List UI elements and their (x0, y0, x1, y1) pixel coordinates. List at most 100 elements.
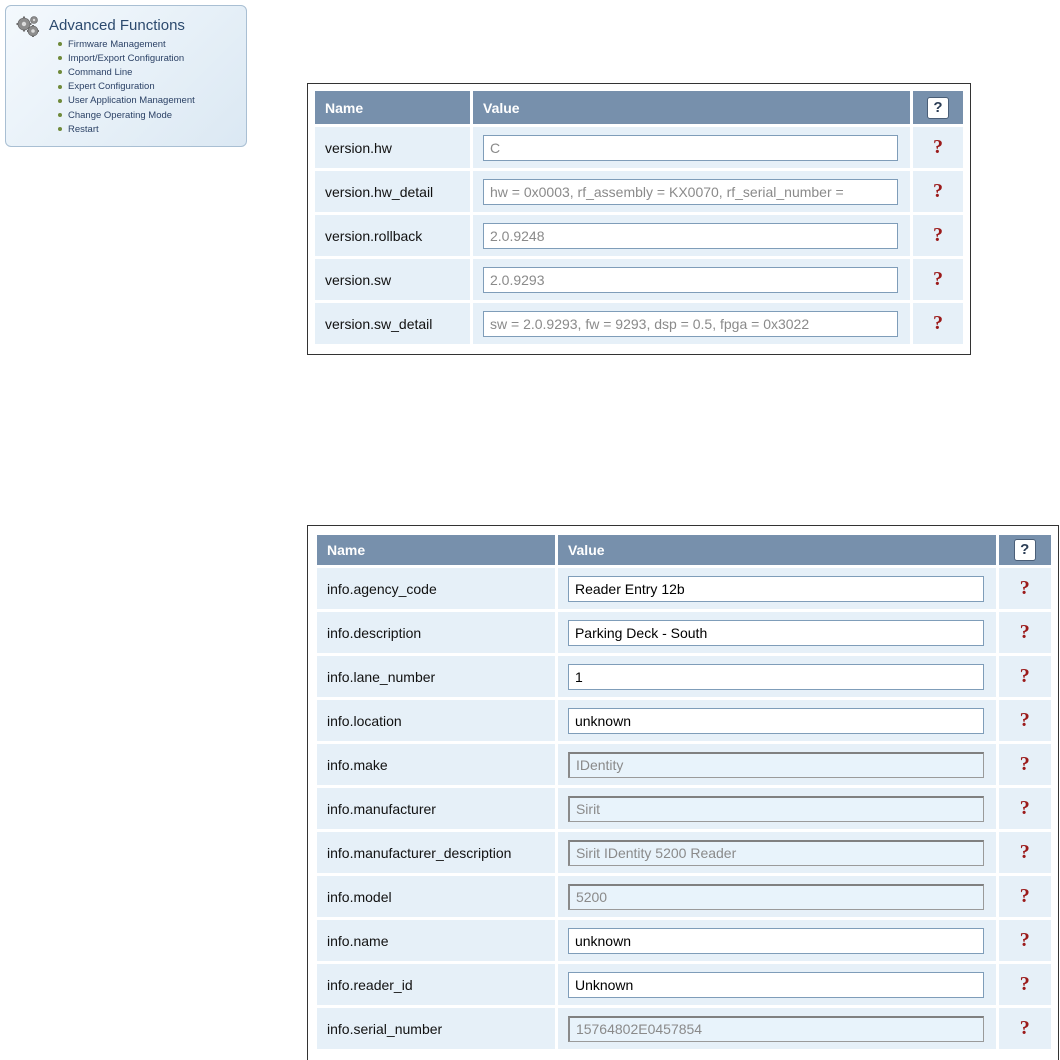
advanced-menu-item[interactable]: Import/Export Configuration (58, 51, 195, 65)
advanced-menu-item-label[interactable]: User Application Management (68, 95, 195, 106)
field-name: info.reader_id (317, 964, 555, 1005)
advanced-menu-item[interactable]: Restart (58, 122, 195, 136)
table-row: info.agency_code? (317, 568, 1051, 609)
field-value-cell (473, 259, 910, 300)
info-config-panel: Name Value ? info.agency_code?info.descr… (307, 525, 1059, 1060)
field-value-input (567, 883, 984, 910)
advanced-menu-item[interactable]: Change Operating Mode (58, 108, 195, 122)
advanced-menu-item[interactable]: Firmware Management (58, 37, 195, 51)
table-header-row: Name Value ? (315, 91, 963, 124)
advanced-functions-menu: Firmware Management Import/Export Configu… (58, 37, 195, 136)
field-value-cell (473, 215, 910, 256)
help-column-header[interactable]: ? (998, 535, 1051, 565)
field-value-input[interactable] (483, 222, 898, 249)
field-name: info.agency_code (317, 568, 555, 609)
help-cell: ? (913, 171, 963, 212)
question-mark-icon[interactable]: ? (933, 312, 943, 334)
field-value-cell (557, 788, 996, 829)
help-icon[interactable]: ? (1013, 539, 1036, 561)
field-value-input[interactable] (483, 266, 898, 293)
advanced-menu-item-label[interactable]: Command Line (68, 67, 132, 78)
question-mark-icon[interactable]: ? (933, 224, 943, 246)
field-value-input[interactable] (483, 178, 898, 205)
help-cell: ? (998, 612, 1051, 653)
question-mark-icon[interactable]: ? (933, 268, 943, 290)
field-value-input[interactable] (567, 663, 984, 690)
table-row: version.rollback? (315, 215, 963, 256)
table-header-row: Name Value ? (317, 535, 1051, 565)
field-value-cell (557, 1008, 996, 1049)
field-name: version.sw (315, 259, 470, 300)
question-mark-icon[interactable]: ? (1020, 665, 1030, 687)
version-config-panel: Name Value ? version.hw?version.hw_detai… (307, 83, 971, 355)
advanced-menu-item-label[interactable]: Import/Export Configuration (68, 53, 184, 64)
value-column-header: Value (557, 535, 996, 565)
field-value-input[interactable] (567, 927, 984, 954)
field-value-input (567, 751, 984, 778)
advanced-menu-item[interactable]: User Application Management (58, 94, 195, 108)
field-value-input[interactable] (567, 619, 984, 646)
question-mark-icon[interactable]: ? (1020, 929, 1030, 951)
question-mark-icon[interactable]: ? (1020, 1017, 1030, 1039)
field-value-cell (473, 303, 910, 344)
question-mark-icon[interactable]: ? (1020, 753, 1030, 775)
table-row: version.hw? (315, 127, 963, 168)
field-value-cell (557, 568, 996, 609)
field-value-input[interactable] (567, 575, 984, 602)
question-mark-icon[interactable]: ? (1020, 885, 1030, 907)
field-value-input[interactable] (567, 707, 984, 734)
table-row: version.sw? (315, 259, 963, 300)
field-value-cell (557, 920, 996, 961)
advanced-menu-item-label[interactable]: Expert Configuration (68, 81, 155, 92)
question-mark-icon[interactable]: ? (1020, 577, 1030, 599)
field-name: info.make (317, 744, 555, 785)
question-mark-icon[interactable]: ? (933, 180, 943, 202)
help-cell: ? (998, 744, 1051, 785)
advanced-menu-item-label[interactable]: Firmware Management (68, 39, 166, 50)
field-value-cell (557, 744, 996, 785)
help-icon[interactable]: ? (927, 96, 949, 119)
advanced-menu-item-label[interactable]: Change Operating Mode (68, 110, 172, 121)
field-value-input[interactable] (483, 134, 898, 161)
bullet-icon (58, 113, 62, 118)
field-value-cell (557, 656, 996, 697)
question-mark-icon[interactable]: ? (1020, 621, 1030, 643)
help-cell: ? (998, 568, 1051, 609)
name-column-header: Name (317, 535, 555, 565)
help-cell: ? (998, 700, 1051, 741)
table-row: info.manufacturer? (317, 788, 1051, 829)
help-cell: ? (913, 303, 963, 344)
table-row: version.sw_detail? (315, 303, 963, 344)
table-row: info.name? (317, 920, 1051, 961)
field-name: info.name (317, 920, 555, 961)
info-config-table: Name Value ? info.agency_code?info.descr… (314, 532, 1054, 1052)
question-mark-icon[interactable]: ? (1020, 841, 1030, 863)
help-cell: ? (998, 920, 1051, 961)
question-mark-icon[interactable]: ? (1020, 973, 1030, 995)
field-name: info.serial_number (317, 1008, 555, 1049)
field-name: info.lane_number (317, 656, 555, 697)
help-cell: ? (998, 876, 1051, 917)
bullet-icon (58, 70, 62, 75)
field-name: version.rollback (315, 215, 470, 256)
advanced-menu-item[interactable]: Command Line (58, 65, 195, 79)
field-value-input[interactable] (483, 310, 898, 337)
field-name: version.hw_detail (315, 171, 470, 212)
field-value-input[interactable] (567, 971, 984, 998)
help-column-header[interactable]: ? (913, 91, 963, 124)
question-mark-icon[interactable]: ? (1020, 709, 1030, 731)
table-row: version.hw_detail? (315, 171, 963, 212)
help-cell: ? (913, 127, 963, 168)
bullet-icon (58, 127, 62, 132)
help-cell: ? (998, 1008, 1051, 1049)
help-cell: ? (998, 656, 1051, 697)
field-name: info.manufacturer_description (317, 832, 555, 873)
advanced-menu-item[interactable]: Expert Configuration (58, 80, 195, 94)
value-column-header: Value (473, 91, 910, 124)
help-cell: ? (913, 215, 963, 256)
question-mark-icon[interactable]: ? (933, 136, 943, 158)
question-mark-icon[interactable]: ? (1020, 797, 1030, 819)
advanced-menu-item-label[interactable]: Restart (68, 124, 99, 135)
name-column-header: Name (315, 91, 470, 124)
field-value-cell (557, 700, 996, 741)
